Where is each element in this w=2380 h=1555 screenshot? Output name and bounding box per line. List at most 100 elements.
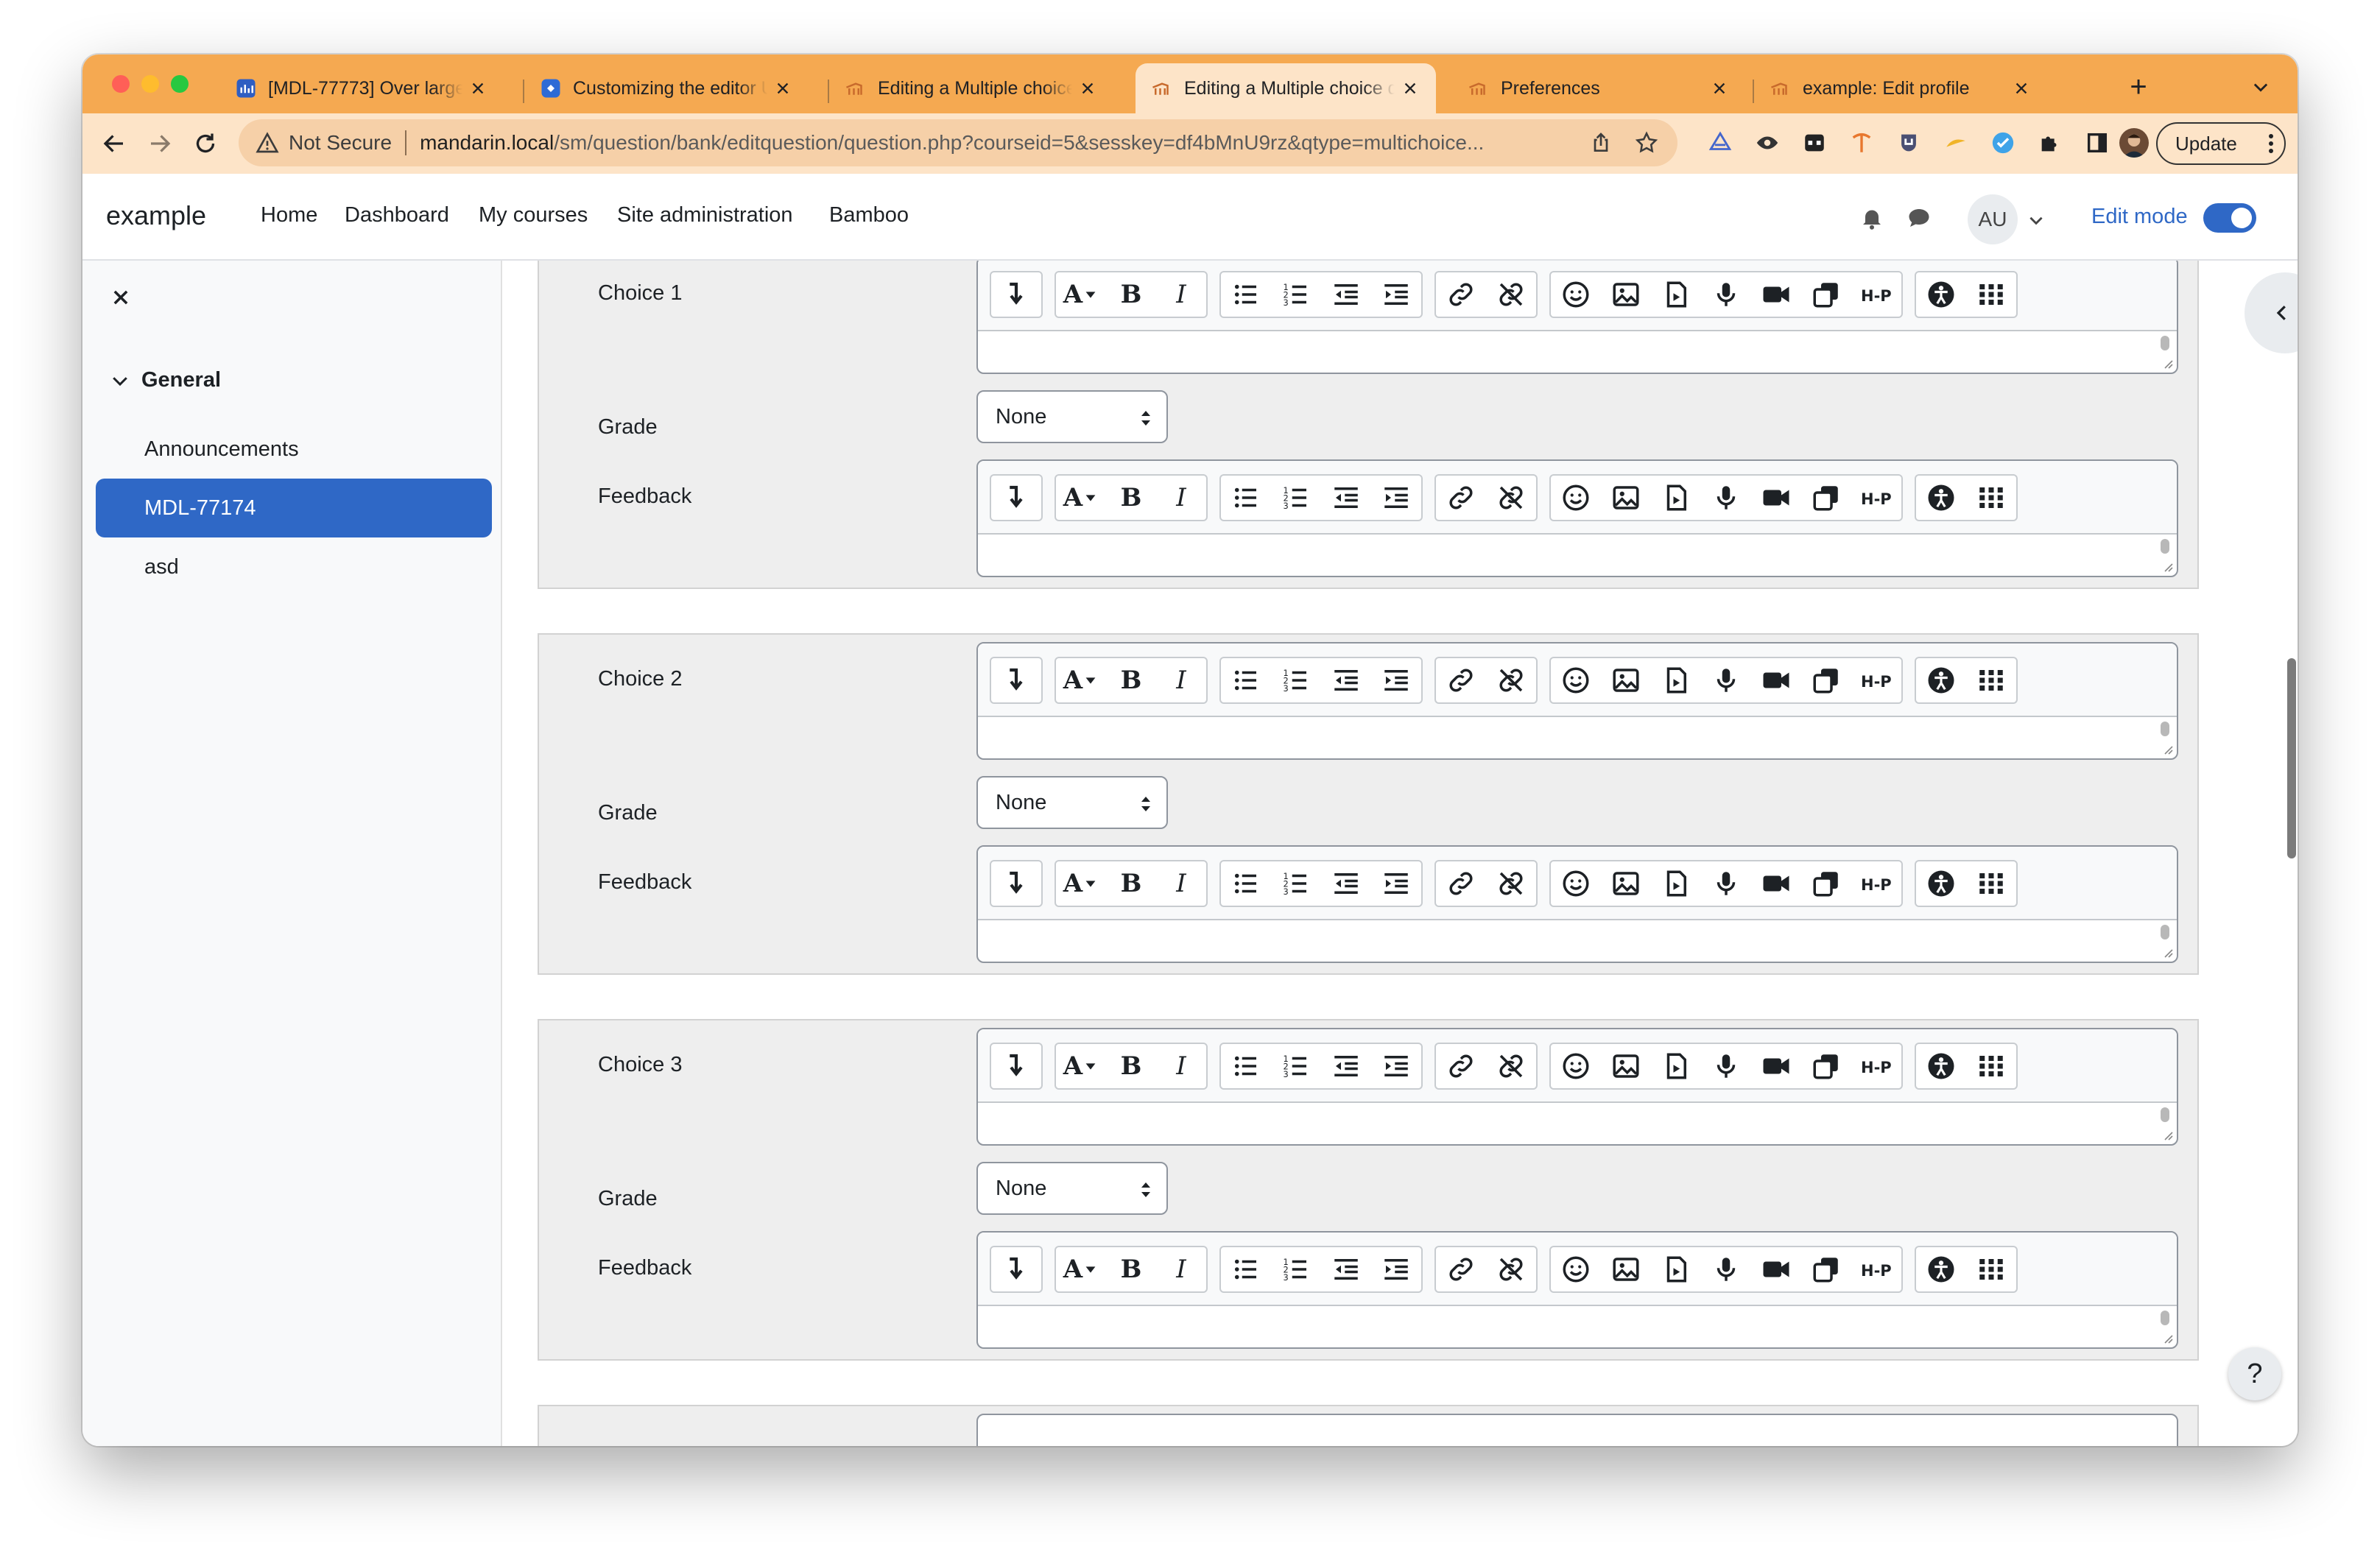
editor-content-area[interactable] xyxy=(978,331,2177,373)
media-icon[interactable] xyxy=(1651,1044,1701,1088)
editor-content-area[interactable] xyxy=(978,1103,2177,1144)
unlink-icon[interactable] xyxy=(1486,476,1536,520)
accessibility-icon[interactable] xyxy=(1916,861,1966,906)
h5p-icon[interactable]: H-P xyxy=(1851,861,1901,906)
indent-icon[interactable] xyxy=(1371,1044,1421,1088)
video-icon[interactable] xyxy=(1751,861,1801,906)
italic-icon[interactable]: I xyxy=(1156,476,1206,520)
section-general[interactable]: General xyxy=(109,368,221,392)
editor-scrollbar[interactable] xyxy=(2161,539,2169,554)
edit-mode-toggle[interactable] xyxy=(2203,203,2256,233)
eye-extension-icon[interactable] xyxy=(1753,128,1782,158)
microphone-icon[interactable] xyxy=(1701,861,1751,906)
check-extension-icon[interactable] xyxy=(1988,128,2018,158)
reload-button[interactable] xyxy=(189,127,222,161)
resize-grip-icon[interactable] xyxy=(2161,742,2174,755)
emoji-icon[interactable] xyxy=(1551,476,1601,520)
browser-tab-5[interactable]: Preferences xyxy=(1452,63,1745,113)
resize-grip-icon[interactable] xyxy=(2161,560,2174,573)
bullet-list-icon[interactable] xyxy=(1221,861,1271,906)
nav-dashboard[interactable]: Dashboard xyxy=(345,203,449,228)
insert-icon[interactable] xyxy=(991,476,1041,520)
insert-icon[interactable] xyxy=(991,861,1041,906)
microphone-icon[interactable] xyxy=(1701,658,1751,702)
copy-icon[interactable] xyxy=(1801,861,1851,906)
resize-grip-icon[interactable] xyxy=(2161,1128,2174,1141)
link-icon[interactable] xyxy=(1436,658,1486,702)
address-bar[interactable]: Not Secure mandarin.local/sm/question/ba… xyxy=(239,119,1677,166)
unlink-icon[interactable] xyxy=(1486,658,1536,702)
indent-icon[interactable] xyxy=(1371,272,1421,317)
font-menu-icon[interactable]: A xyxy=(1056,861,1106,906)
numbered-list-icon[interactable]: 123 xyxy=(1271,861,1321,906)
copy-icon[interactable] xyxy=(1801,272,1851,317)
font-menu-icon[interactable]: A xyxy=(1056,272,1106,317)
outdent-icon[interactable] xyxy=(1321,861,1371,906)
minimize-window-button[interactable] xyxy=(141,75,159,93)
video-icon[interactable] xyxy=(1751,476,1801,520)
site-brand[interactable]: example xyxy=(106,200,206,231)
media-icon[interactable] xyxy=(1651,272,1701,317)
emoji-icon[interactable] xyxy=(1551,861,1601,906)
tab-close-icon[interactable] xyxy=(1077,77,1099,99)
outdent-icon[interactable] xyxy=(1321,658,1371,702)
insert-icon[interactable] xyxy=(991,272,1041,317)
video-icon[interactable] xyxy=(1751,272,1801,317)
answer-editor[interactable]: A B I 1 2 3 H-P xyxy=(976,1028,2178,1146)
outdent-icon[interactable] xyxy=(1321,476,1371,520)
media-icon[interactable] xyxy=(1651,861,1701,906)
nav-bamboo[interactable]: Bamboo xyxy=(829,203,909,228)
bold-icon[interactable]: B xyxy=(1106,861,1156,906)
more-icon[interactable] xyxy=(1966,476,2016,520)
answer-editor[interactable] xyxy=(976,1414,2178,1446)
font-menu-icon[interactable]: A xyxy=(1056,1247,1106,1291)
image-icon[interactable] xyxy=(1601,1044,1651,1088)
bold-icon[interactable]: B xyxy=(1106,476,1156,520)
media-icon[interactable] xyxy=(1651,1247,1701,1291)
outdent-icon[interactable] xyxy=(1321,1247,1371,1291)
video-icon[interactable] xyxy=(1751,1044,1801,1088)
copy-icon[interactable] xyxy=(1801,476,1851,520)
font-menu-icon[interactable]: A xyxy=(1056,476,1106,520)
bullet-list-icon[interactable] xyxy=(1221,476,1271,520)
resize-grip-icon[interactable] xyxy=(2161,356,2174,370)
more-icon[interactable] xyxy=(1966,658,2016,702)
copy-icon[interactable] xyxy=(1801,1247,1851,1291)
accessibility-icon[interactable] xyxy=(1916,1247,1966,1291)
font-menu-icon[interactable]: A xyxy=(1056,658,1106,702)
video-icon[interactable] xyxy=(1751,658,1801,702)
page-scrollbar[interactable] xyxy=(2287,658,2296,858)
browser-tab-2[interactable]: Customizing the editor UI | xyxy=(524,63,809,113)
unlink-icon[interactable] xyxy=(1486,272,1536,317)
insert-icon[interactable] xyxy=(991,1044,1041,1088)
bookmark-star-icon[interactable] xyxy=(1632,128,1661,158)
editor-content-area[interactable] xyxy=(978,1306,2177,1347)
grade-select[interactable]: None xyxy=(976,776,1168,829)
italic-icon[interactable]: I xyxy=(1156,861,1206,906)
feedback-editor[interactable]: A B I 1 2 3 H-P xyxy=(976,459,2178,577)
user-menu-chevron-icon[interactable] xyxy=(2027,211,2046,230)
h5p-icon[interactable]: H-P xyxy=(1851,272,1901,317)
link-icon[interactable] xyxy=(1436,1044,1486,1088)
numbered-list-icon[interactable]: 123 xyxy=(1271,1247,1321,1291)
editor-scrollbar[interactable] xyxy=(2161,336,2169,350)
numbered-list-icon[interactable]: 123 xyxy=(1271,658,1321,702)
indent-icon[interactable] xyxy=(1371,476,1421,520)
numbered-list-icon[interactable]: 123 xyxy=(1271,1044,1321,1088)
puzzle-extensions-icon[interactable] xyxy=(2035,128,2065,158)
notifications-bell-icon[interactable] xyxy=(1859,205,1885,231)
microphone-icon[interactable] xyxy=(1701,1247,1751,1291)
back-button[interactable] xyxy=(97,127,131,161)
media-icon[interactable] xyxy=(1651,658,1701,702)
bullet-list-icon[interactable] xyxy=(1221,272,1271,317)
tab-close-icon[interactable] xyxy=(772,77,794,99)
copy-icon[interactable] xyxy=(1801,1044,1851,1088)
resize-grip-icon[interactable] xyxy=(2161,945,2174,959)
browser-tab-1[interactable]: [MDL-77773] Over large si xyxy=(219,63,504,113)
editor-scrollbar[interactable] xyxy=(2161,1311,2169,1325)
accessibility-icon[interactable] xyxy=(1916,658,1966,702)
accessibility-icon[interactable] xyxy=(1916,1044,1966,1088)
shield-extension-icon[interactable] xyxy=(1894,128,1923,158)
image-icon[interactable] xyxy=(1601,476,1651,520)
feedback-editor[interactable]: A B I 1 2 3 H-P xyxy=(976,1231,2178,1349)
